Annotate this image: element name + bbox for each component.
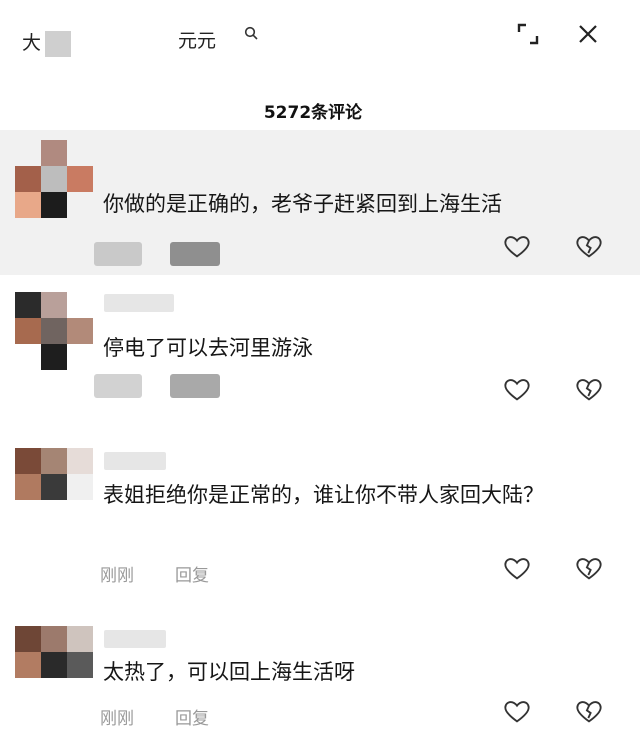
avatar[interactable] (15, 140, 93, 218)
redacted-meta (170, 374, 220, 398)
top-bar: 大 元元 5272条评论 (0, 0, 640, 123)
comment-text: 停电了可以去河里游泳 (103, 336, 313, 360)
broken-heart-icon[interactable] (575, 698, 603, 726)
comment-item: 停电了可以去河里游泳 (0, 280, 640, 410)
avatar[interactable] (15, 292, 93, 370)
search-query[interactable]: 大 (22, 28, 72, 57)
comment-text: 太热了，可以回上海生活呀 (103, 660, 355, 684)
comment-time: 刚刚 (100, 709, 134, 729)
avatar[interactable] (15, 448, 93, 526)
comment-text: 你做的是正确的，老爷子赶紧回到上海生活 (103, 192, 502, 216)
expand-icon[interactable] (516, 22, 540, 46)
heart-icon[interactable] (503, 555, 531, 583)
comment-item: 太热了，可以回上海生活呀 刚刚 回复 (0, 618, 640, 737)
redacted-meta (94, 374, 142, 398)
comment-item: 你做的是正确的，老爷子赶紧回到上海生活 (0, 130, 640, 275)
search-icon[interactable] (244, 26, 258, 40)
redacted-search-text (45, 30, 72, 57)
broken-heart-icon[interactable] (575, 376, 603, 404)
comment-item: 表姐拒绝你是正常的，谁让你不带人家回大陆？ 刚刚 回复 (0, 440, 640, 600)
heart-icon[interactable] (503, 376, 531, 404)
broken-heart-icon[interactable] (575, 555, 603, 583)
comment-count: 5272条评论 (263, 103, 363, 123)
comment-text: 表姐拒绝你是正常的，谁让你不带人家回大陆？ (103, 483, 544, 507)
heart-icon[interactable] (503, 233, 531, 261)
avatar[interactable] (15, 626, 93, 704)
close-icon[interactable] (576, 22, 600, 46)
redacted-meta (170, 242, 220, 266)
search-suffix: 元元 (178, 30, 217, 52)
redacted-username (104, 452, 166, 470)
comment-time: 刚刚 (100, 566, 134, 586)
broken-heart-icon[interactable] (575, 233, 603, 261)
redacted-username (104, 294, 174, 312)
reply-button[interactable]: 回复 (175, 561, 209, 586)
search-prefix: 大 (22, 32, 42, 54)
reply-button[interactable]: 回复 (175, 704, 209, 729)
redacted-meta (94, 242, 142, 266)
redacted-username (104, 630, 166, 648)
heart-icon[interactable] (503, 698, 531, 726)
